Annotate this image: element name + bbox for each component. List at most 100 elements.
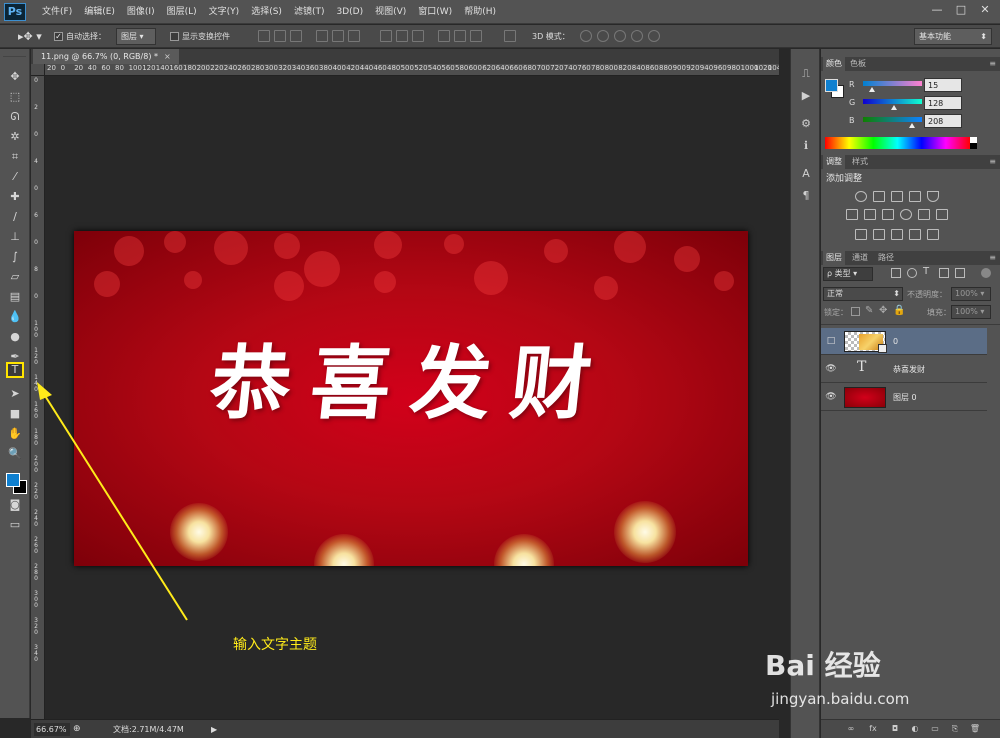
photo-filter-icon[interactable] (900, 209, 912, 220)
document-image[interactable]: 恭喜发财 (74, 231, 748, 566)
threshold-icon[interactable] (891, 229, 903, 240)
channel-mixer-icon[interactable] (918, 209, 930, 220)
fill-input[interactable]: 100% ▾ (951, 305, 991, 319)
3d-roll-icon[interactable] (597, 30, 609, 42)
red-slider-thumb[interactable] (869, 87, 875, 92)
gradient-tool-icon[interactable]: ▤ (6, 289, 24, 305)
black-white-ramp[interactable] (970, 137, 977, 149)
blur-tool-icon[interactable]: 💧 (6, 309, 24, 325)
distribute-left-icon[interactable] (438, 30, 450, 42)
tab-swatches[interactable]: 色板 (847, 57, 869, 71)
color-lookup-icon[interactable] (936, 209, 948, 220)
3d-rotate-icon[interactable] (580, 30, 592, 42)
menu-item[interactable]: 选择(S) (245, 0, 288, 24)
invert-icon[interactable] (855, 229, 867, 240)
vibrance-icon[interactable] (927, 191, 939, 202)
new-group-icon[interactable]: ▭ (929, 724, 941, 734)
status-info-icon[interactable]: ⊕ (73, 723, 81, 736)
character-icon[interactable]: A (799, 167, 813, 181)
magic-wand-tool-icon[interactable]: ✲ (6, 129, 24, 145)
quick-mask-icon[interactable]: ◙ (6, 497, 24, 513)
color-swatches[interactable] (6, 473, 28, 495)
3d-slide-icon[interactable] (631, 30, 643, 42)
lock-position-icon[interactable]: ✥ (879, 305, 887, 316)
actions-icon[interactable]: ▶ (799, 89, 813, 103)
distribute-vcenter-icon[interactable] (396, 30, 408, 42)
panel-menu-icon[interactable]: ≡ (989, 157, 996, 166)
eye-icon[interactable]: 👁 (825, 363, 837, 375)
healing-brush-tool-icon[interactable]: ✚ (6, 189, 24, 205)
hue-saturation-icon[interactable] (846, 209, 858, 220)
layer-filter-dropdown[interactable]: ρ 类型 ▾ (823, 267, 873, 281)
distribute-top-icon[interactable] (380, 30, 392, 42)
document-tab[interactable]: 11.png @ 66.7% (0, RGB/8) * × (33, 49, 179, 64)
ruler-corner[interactable] (31, 64, 45, 76)
foreground-color-swatch[interactable] (825, 79, 838, 92)
tab-paths[interactable]: 路径 (875, 251, 897, 265)
zoom-tool-icon[interactable]: 🔍 (6, 446, 24, 462)
trash-icon[interactable]: 🗑 (969, 724, 981, 734)
align-hcenter-icon[interactable] (332, 30, 344, 42)
blue-value-input[interactable]: 208 (924, 114, 962, 128)
filter-type-icon[interactable]: T (923, 266, 929, 277)
new-adjustment-icon[interactable]: ◐ (909, 724, 921, 734)
hand-tool-icon[interactable]: ✋ (6, 426, 24, 442)
history-brush-tool-icon[interactable]: ∫ (6, 249, 24, 265)
color-balance-icon[interactable] (864, 209, 876, 220)
clone-stamp-tool-icon[interactable]: ⊥ (6, 229, 24, 245)
brush-settings-icon[interactable]: ⚙ (799, 117, 813, 131)
eraser-tool-icon[interactable]: ▱ (6, 269, 24, 285)
align-bottom-icon[interactable] (290, 30, 302, 42)
color-panel-swatches[interactable] (825, 79, 845, 99)
red-value-input[interactable]: 15 (924, 78, 962, 92)
history-icon[interactable]: ⎍ (799, 67, 813, 81)
foreground-color-swatch[interactable] (6, 473, 20, 487)
lock-transparent-icon[interactable] (851, 307, 860, 316)
lasso-tool-icon[interactable]: ᘏ (6, 109, 24, 125)
layer-name[interactable]: 0 (893, 328, 898, 355)
move-tool-preset-icon[interactable]: ▸✥ ▾ (18, 28, 42, 45)
text-tool-icon[interactable]: T (6, 362, 24, 378)
menu-item[interactable]: 文件(F) (36, 0, 78, 24)
panel-menu-icon[interactable]: ≡ (989, 253, 996, 262)
new-layer-icon[interactable]: ⎘ (949, 724, 961, 734)
opacity-input[interactable]: 100% ▾ (951, 287, 991, 301)
dodge-tool-icon[interactable]: ● (6, 329, 24, 345)
rectangle-tool-icon[interactable]: ■ (6, 406, 24, 422)
minimize-button[interactable]: — (926, 2, 948, 18)
info-icon[interactable]: ℹ (799, 139, 813, 153)
tab-channels[interactable]: 通道 (849, 251, 871, 265)
exposure-icon[interactable] (909, 191, 921, 202)
filter-smart-icon[interactable] (955, 268, 965, 278)
visibility-toggle-off[interactable]: □ (825, 335, 837, 347)
filter-shape-icon[interactable] (939, 268, 949, 278)
move-tool-icon[interactable]: ✥ (6, 69, 24, 85)
zoom-field[interactable]: 66.67% (34, 723, 70, 736)
distribute-bottom-icon[interactable] (412, 30, 424, 42)
status-menu-arrow[interactable]: ▶ (211, 723, 217, 736)
filter-adjustment-icon[interactable] (907, 268, 917, 278)
path-selection-tool-icon[interactable]: ➤ (6, 386, 24, 402)
black-white-icon[interactable] (882, 209, 894, 220)
blue-slider-thumb[interactable] (909, 123, 915, 128)
auto-align-icon[interactable] (504, 30, 516, 42)
green-slider-track[interactable] (863, 99, 922, 104)
3d-scale-icon[interactable] (648, 30, 660, 42)
panel-menu-icon[interactable]: ≡ (989, 59, 996, 68)
layer-name[interactable]: 图层 0 (893, 384, 917, 411)
blend-mode-dropdown[interactable]: 正常 ⬍ (823, 287, 903, 301)
layer-row[interactable]: 👁 T 恭喜发财 (821, 356, 987, 383)
layer-row[interactable]: □ 0 (821, 328, 987, 355)
close-button[interactable]: ✕ (974, 2, 996, 18)
menu-item[interactable]: 编辑(E) (78, 0, 121, 24)
brightness-contrast-icon[interactable] (855, 191, 867, 202)
curves-icon[interactable] (891, 191, 903, 202)
maximize-button[interactable]: □ (950, 2, 972, 18)
menu-item[interactable]: 文字(Y) (203, 0, 246, 24)
marquee-tool-icon[interactable]: ⬚ (6, 89, 24, 105)
crop-tool-icon[interactable]: ⌗ (6, 149, 24, 165)
show-transform-checkbox[interactable]: 显示变换控件 (170, 28, 230, 45)
distribute-hcenter-icon[interactable] (454, 30, 466, 42)
layer-name[interactable]: 恭喜发财 (893, 356, 925, 383)
filter-toggle-icon[interactable] (981, 268, 991, 278)
